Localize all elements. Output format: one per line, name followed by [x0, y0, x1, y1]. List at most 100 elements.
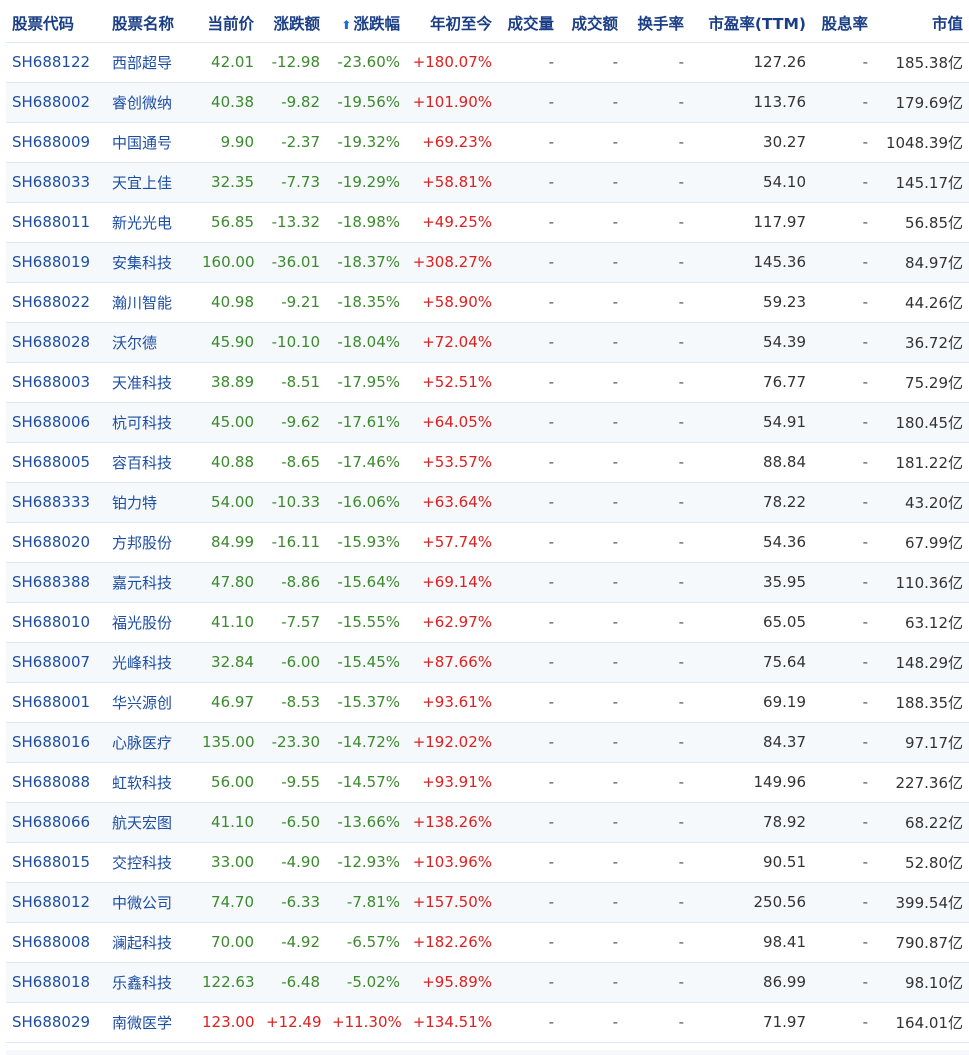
cell-name[interactable]: 容百科技: [106, 442, 196, 483]
cell-code[interactable]: SH688019: [6, 242, 106, 283]
header-turnover[interactable]: 成交额: [560, 4, 624, 43]
stock-code-link[interactable]: SH688033: [12, 173, 90, 191]
cell-code[interactable]: SH688022: [6, 282, 106, 323]
stock-code-link[interactable]: SH688016: [12, 733, 90, 751]
stock-code-link[interactable]: SH688010: [12, 613, 90, 631]
cell-code[interactable]: SH688029: [6, 1002, 106, 1043]
cell-name[interactable]: 杭可科技: [106, 402, 196, 443]
table-row[interactable]: SH688122 西部超导 42.01 -12.98 -23.60% +180.07% - -…: [6, 42, 969, 83]
cell-code[interactable]: SH688122: [6, 42, 106, 83]
cell-code[interactable]: SH688333: [6, 482, 106, 523]
stock-code-link[interactable]: SH688001: [12, 693, 90, 711]
header-name[interactable]: 股票名称: [106, 4, 196, 43]
table-row[interactable]: SH688019 安集科技 160.00 -36.01 -18.37% +308.27% -…: [6, 242, 969, 283]
table-row[interactable]: SH688005 容百科技 40.88 -8.65 -17.46% +53.57% - - -8…: [6, 442, 969, 483]
stock-name-link[interactable]: 光峰科技: [112, 654, 172, 672]
cell-code[interactable]: SH688012: [6, 882, 106, 923]
cell-name[interactable]: 华兴源创: [106, 682, 196, 723]
header-code[interactable]: 股票代码: [6, 4, 106, 43]
stock-name-link[interactable]: 铂力特: [112, 494, 157, 512]
cell-code[interactable]: SH688088: [6, 762, 106, 803]
table-row[interactable]: SH688007 光峰科技 32.84 -6.00 -15.45% +87.66% - - -7…: [6, 642, 969, 683]
header-dividend[interactable]: 股息率: [812, 4, 874, 43]
stock-code-link[interactable]: SH688012: [12, 893, 90, 911]
cell-name[interactable]: 交控科技: [106, 842, 196, 883]
header-price[interactable]: 当前价: [196, 4, 260, 43]
stock-code-link[interactable]: SH688019: [12, 253, 90, 271]
stock-name-link[interactable]: 睿创微纳: [112, 94, 172, 112]
stock-code-link[interactable]: SH688388: [12, 573, 90, 591]
cell-code[interactable]: SH688028: [6, 322, 106, 363]
stock-code-link[interactable]: SH688333: [12, 493, 90, 511]
header-change[interactable]: 涨跌额: [260, 4, 326, 43]
stock-name-link[interactable]: 乐鑫科技: [112, 974, 172, 992]
cell-name[interactable]: 西部超导: [106, 42, 196, 83]
stock-name-link[interactable]: 方邦股份: [112, 534, 172, 552]
header-ytd[interactable]: 年初至今: [406, 4, 498, 43]
cell-code[interactable]: SH688006: [6, 402, 106, 443]
cell-name[interactable]: 睿创微纳: [106, 82, 196, 123]
stock-name-link[interactable]: 瀚川智能: [112, 294, 172, 312]
header-volume[interactable]: 成交量: [498, 4, 560, 43]
cell-name[interactable]: 中国通号: [106, 122, 196, 163]
stock-code-link[interactable]: SH688002: [12, 93, 90, 111]
stock-code-link[interactable]: SH688011: [12, 213, 90, 231]
cell-name[interactable]: 中微公司: [106, 882, 196, 923]
stock-name-link[interactable]: 嘉元科技: [112, 574, 172, 592]
stock-name-link[interactable]: 天宜上佳: [112, 174, 172, 192]
header-pe[interactable]: 市盈率(TTM): [690, 4, 812, 43]
stock-code-link[interactable]: SH688003: [12, 373, 90, 391]
table-row[interactable]: SH688010 福光股份 41.10 -7.57 -15.55% +62.97% - - -6…: [6, 602, 969, 643]
cell-code[interactable]: SH688008: [6, 922, 106, 963]
stock-name-link[interactable]: 航天宏图: [112, 814, 172, 832]
stock-code-link[interactable]: SH688088: [12, 773, 90, 791]
cell-name[interactable]: 嘉元科技: [106, 562, 196, 603]
stock-name-link[interactable]: 中国通号: [112, 134, 172, 152]
stock-name-link[interactable]: 容百科技: [112, 454, 172, 472]
table-row[interactable]: SH688066 航天宏图 41.10 -6.50 -13.66% +138.26% - - -…: [6, 802, 969, 843]
stock-name-link[interactable]: 沃尔德: [112, 334, 157, 352]
stock-code-link[interactable]: SH688005: [12, 453, 90, 471]
cell-name[interactable]: 心脉医疗: [106, 722, 196, 763]
table-row[interactable]: SH688002 睿创微纳 40.38 -9.82 -19.56% +101.90% - - -…: [6, 82, 969, 123]
table-row[interactable]: SH688333 铂力特 54.00 -10.33 -16.06% +63.64% - - -7…: [6, 482, 969, 523]
stock-name-link[interactable]: 交控科技: [112, 854, 172, 872]
cell-name[interactable]: 福光股份: [106, 602, 196, 643]
header-turnover-rate[interactable]: 换手率: [624, 4, 690, 43]
cell-code[interactable]: SH688010: [6, 602, 106, 643]
stock-name-link[interactable]: 安集科技: [112, 254, 172, 272]
cell-name[interactable]: 光峰科技: [106, 642, 196, 683]
cell-code[interactable]: SH688015: [6, 842, 106, 883]
cell-code[interactable]: SH688016: [6, 722, 106, 763]
stock-name-link[interactable]: 中微公司: [112, 894, 172, 912]
stock-name-link[interactable]: 南微医学: [112, 1014, 172, 1032]
cell-code[interactable]: SH688002: [6, 82, 106, 123]
stock-code-link[interactable]: SH688122: [12, 53, 90, 71]
stock-name-link[interactable]: 华兴源创: [112, 694, 172, 712]
table-row[interactable]: SH688088 虹软科技 56.00 -9.55 -14.57% +93.91% - - -1…: [6, 762, 969, 803]
cell-name[interactable]: 虹软科技: [106, 762, 196, 803]
stock-code-link[interactable]: SH688029: [12, 1013, 90, 1031]
table-row[interactable]: SH688022 瀚川智能 40.98 -9.21 -18.35% +58.90% - - -5…: [6, 282, 969, 323]
table-row[interactable]: SH688388 嘉元科技 47.80 -8.86 -15.64% +69.14% - - -3…: [6, 562, 969, 603]
cell-name[interactable]: 乐鑫科技: [106, 962, 196, 1003]
cell-name[interactable]: 澜起科技: [106, 922, 196, 963]
table-row[interactable]: SH688015 交控科技 33.00 -4.90 -12.93% +103.96% - - -…: [6, 842, 969, 883]
stock-name-link[interactable]: 心脉医疗: [112, 734, 172, 752]
stock-code-link[interactable]: SH688066: [12, 813, 90, 831]
stock-name-link[interactable]: 福光股份: [112, 614, 172, 632]
stock-code-link[interactable]: SH688022: [12, 293, 90, 311]
stock-name-link[interactable]: 杭可科技: [112, 414, 172, 432]
cell-code[interactable]: SH688007: [6, 642, 106, 683]
stock-name-link[interactable]: 天准科技: [112, 374, 172, 392]
stock-code-link[interactable]: SH688006: [12, 413, 90, 431]
stock-code-link[interactable]: SH688007: [12, 653, 90, 671]
stock-code-link[interactable]: SH688028: [12, 333, 90, 351]
cell-name[interactable]: 瀚川智能: [106, 282, 196, 323]
cell-code[interactable]: SH688011: [6, 202, 106, 243]
cell-name[interactable]: 新光光电: [106, 202, 196, 243]
cell-name[interactable]: 安集科技: [106, 242, 196, 283]
cell-code[interactable]: SH688020: [6, 522, 106, 563]
table-row[interactable]: SH688009 中国通号 9.90 -2.37 -19.32% +69.23% - - -30…: [6, 122, 969, 163]
table-row[interactable]: SH688020 方邦股份 84.99 -16.11 -15.93% +57.74% - - -…: [6, 522, 969, 563]
